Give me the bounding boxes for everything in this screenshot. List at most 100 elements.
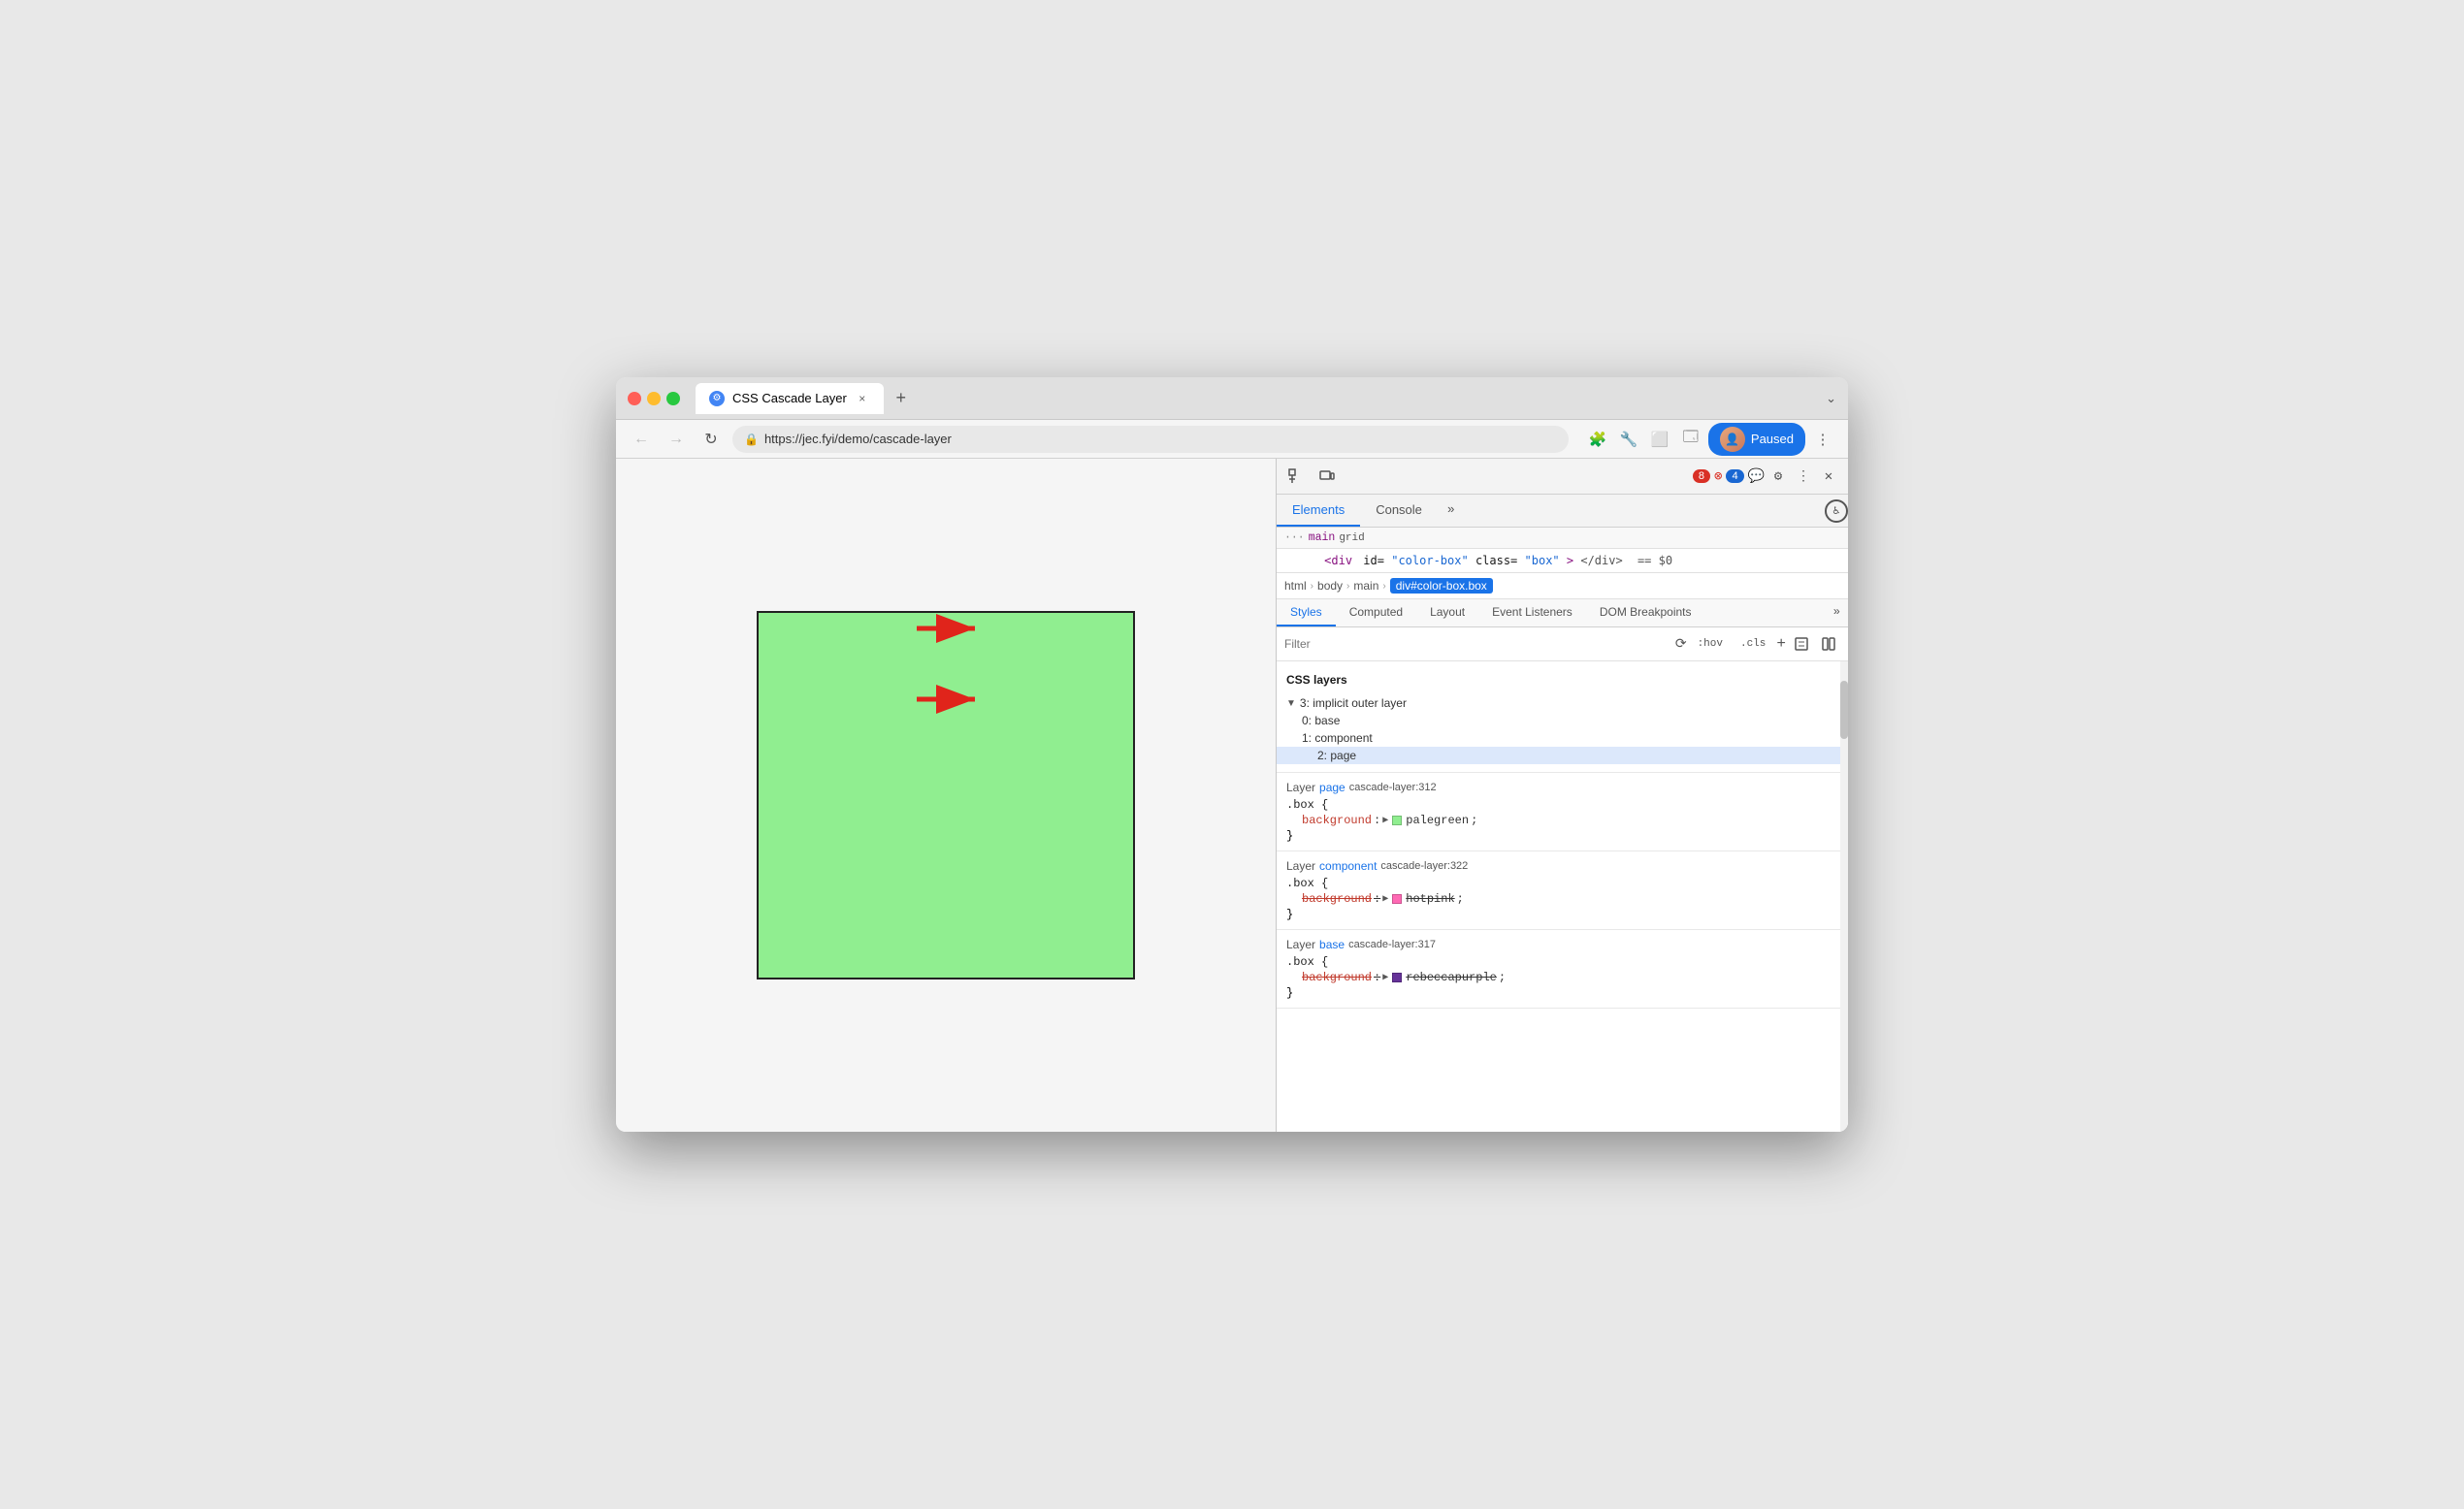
dom-main-type: grid bbox=[1339, 532, 1364, 544]
profile-button[interactable]: 🗔 bbox=[1677, 426, 1704, 453]
layer-child-component[interactable]: 1: component bbox=[1286, 729, 1838, 747]
toolbar-right: 8 ⊗ 4 💬 ⚙ ⋮ ✕ bbox=[1693, 465, 1840, 488]
inspect-element-button[interactable] bbox=[1284, 465, 1308, 488]
paused-button[interactable]: 👤 Paused bbox=[1708, 423, 1805, 456]
browser-tab[interactable]: ⚙ CSS Cascade Layer × bbox=[696, 383, 884, 414]
rule-layer-link-page[interactable]: page bbox=[1319, 781, 1345, 794]
dom-id-attr: id= bbox=[1363, 554, 1384, 567]
user-avatar: 👤 bbox=[1720, 427, 1745, 452]
layer-parent[interactable]: ▼ 3: implicit outer layer bbox=[1286, 694, 1838, 712]
style-tab-styles[interactable]: Styles bbox=[1277, 599, 1336, 626]
device-toggle-button[interactable] bbox=[1315, 465, 1339, 488]
reload-button[interactable]: ↻ bbox=[697, 426, 725, 453]
style-tab-dom-breakpoints[interactable]: DOM Breakpoints bbox=[1586, 599, 1705, 626]
error-icon: ⊗ bbox=[1714, 468, 1722, 485]
rule-source-base: cascade-layer:317 bbox=[1348, 939, 1436, 950]
style-tab-layout[interactable]: Layout bbox=[1416, 599, 1478, 626]
close-window-button[interactable] bbox=[628, 392, 641, 405]
filter-layout-button[interactable] bbox=[1817, 632, 1840, 656]
tab-close-button[interactable]: × bbox=[855, 391, 870, 406]
rule-selector-text-page: .box bbox=[1286, 798, 1321, 812]
settings-button[interactable]: ⚙ bbox=[1767, 465, 1790, 488]
color-swatch-component[interactable] bbox=[1392, 894, 1402, 904]
filter-style-button[interactable] bbox=[1790, 632, 1813, 656]
rule-section-base: Layer base cascade-layer:317 .box { back… bbox=[1277, 930, 1848, 1009]
address-url: https://jec.fyi/demo/cascade-layer bbox=[764, 432, 952, 446]
breadcrumb-main[interactable]: main bbox=[1353, 579, 1378, 593]
color-swatch-base[interactable] bbox=[1392, 973, 1402, 982]
page-area bbox=[616, 459, 1276, 1132]
tab-console[interactable]: Console bbox=[1360, 495, 1438, 527]
style-tab-computed[interactable]: Computed bbox=[1336, 599, 1416, 626]
rule-layer-link-component[interactable]: component bbox=[1319, 859, 1377, 873]
accessibility-icon[interactable]: ♿ bbox=[1825, 499, 1848, 523]
rule-colon-base: : bbox=[1374, 971, 1380, 984]
devtools-button[interactable]: 🔧 bbox=[1615, 426, 1642, 453]
menu-button[interactable]: ⋮ bbox=[1809, 426, 1836, 453]
color-swatch-page[interactable] bbox=[1392, 816, 1402, 825]
browser-window: ⚙ CSS Cascade Layer × + ⌄ ← → ↻ 🔒 https:… bbox=[616, 377, 1848, 1132]
layer-child-page[interactable]: 2: page bbox=[1277, 747, 1848, 764]
breadcrumb-html[interactable]: html bbox=[1284, 579, 1307, 593]
rule-open-brace-base: { bbox=[1321, 955, 1328, 969]
filter-hov-button[interactable]: :hov bbox=[1691, 635, 1730, 653]
tab-elements[interactable]: Elements bbox=[1277, 495, 1360, 527]
new-tab-button[interactable]: + bbox=[888, 385, 915, 412]
rule-selector-text-component: .box bbox=[1286, 877, 1321, 890]
cast-button[interactable]: ⬜ bbox=[1646, 426, 1673, 453]
color-box bbox=[757, 611, 1135, 979]
tab-more-button[interactable]: » bbox=[1438, 495, 1465, 527]
style-tab-event-listeners[interactable]: Event Listeners bbox=[1478, 599, 1586, 626]
breadcrumb-sep-3: › bbox=[1382, 581, 1385, 592]
rule-layer-label-page: Layer bbox=[1286, 781, 1315, 794]
filter-cls-button[interactable]: .cls bbox=[1734, 635, 1772, 653]
breadcrumb-body[interactable]: body bbox=[1317, 579, 1343, 593]
address-bar[interactable]: 🔒 https://jec.fyi/demo/cascade-layer bbox=[732, 426, 1569, 453]
rule-arrow-page[interactable]: ▶ bbox=[1382, 815, 1388, 826]
breadcrumb-nav: html › body › main › div#color-box.box bbox=[1277, 573, 1848, 599]
rule-selector-text-base: .box bbox=[1286, 955, 1321, 969]
tab-overflow-button[interactable]: ⌄ bbox=[1826, 391, 1836, 406]
rule-close-brace-page: } bbox=[1286, 829, 1293, 843]
rule-close-component: } bbox=[1286, 908, 1838, 921]
filter-input[interactable] bbox=[1284, 637, 1668, 651]
layer-triangle-icon: ▼ bbox=[1286, 698, 1296, 709]
maximize-window-button[interactable] bbox=[666, 392, 680, 405]
rule-prop-text-base: background bbox=[1286, 971, 1372, 984]
rule-layer-link-base[interactable]: base bbox=[1319, 938, 1345, 951]
dom-close-tag: > bbox=[1567, 554, 1573, 567]
scrollbar-thumb[interactable] bbox=[1840, 681, 1848, 739]
rule-prop-line-base: background : ▶ rebeccapurple ; bbox=[1286, 971, 1838, 984]
close-devtools-button[interactable]: ✕ bbox=[1817, 465, 1840, 488]
rule-arrow-component[interactable]: ▶ bbox=[1382, 893, 1388, 905]
back-button[interactable]: ← bbox=[628, 426, 655, 453]
rule-close-page: } bbox=[1286, 829, 1838, 843]
extensions-button[interactable]: 🧩 bbox=[1584, 426, 1611, 453]
rule-layer-header-base: Layer base cascade-layer:317 bbox=[1286, 938, 1838, 951]
rule-semicolon-base: ; bbox=[1499, 971, 1506, 984]
minimize-window-button[interactable] bbox=[647, 392, 661, 405]
layer-tree: ▼ 3: implicit outer layer 0: base 1: com… bbox=[1286, 694, 1838, 764]
forward-button[interactable]: → bbox=[663, 426, 690, 453]
layer-child-base[interactable]: 0: base bbox=[1286, 712, 1838, 729]
dom-breadcrumb: ⠀⠀⠀⠀ <div id= "color-box" class= "box" >… bbox=[1277, 549, 1848, 573]
rule-close-brace-component: } bbox=[1286, 908, 1293, 921]
breadcrumb-selected[interactable]: div#color-box.box bbox=[1390, 578, 1493, 594]
rule-value-page: palegreen bbox=[1406, 814, 1469, 827]
rule-layer-header-component: Layer component cascade-layer:322 bbox=[1286, 859, 1838, 873]
style-tab-more[interactable]: » bbox=[1826, 599, 1848, 626]
rule-selector-base: .box { bbox=[1286, 955, 1838, 969]
filter-add-button[interactable]: + bbox=[1776, 635, 1786, 653]
dom-header: ··· main grid bbox=[1277, 528, 1848, 549]
filter-icon: ⟳ bbox=[1675, 636, 1687, 653]
layer-parent-label: 3: implicit outer layer bbox=[1300, 696, 1407, 710]
dom-class-value: "box" bbox=[1525, 554, 1560, 567]
rule-layer-label-base: Layer bbox=[1286, 938, 1315, 951]
rule-open-brace-component: { bbox=[1321, 877, 1328, 890]
devtools-more-button[interactable]: ⋮ bbox=[1792, 465, 1815, 488]
nav-bar: ← → ↻ 🔒 https://jec.fyi/demo/cascade-lay… bbox=[616, 420, 1848, 459]
rule-arrow-base[interactable]: ▶ bbox=[1382, 972, 1388, 983]
rule-prop-line-component: background : ▶ hotpink ; bbox=[1286, 892, 1838, 906]
breadcrumb-sep-1: › bbox=[1311, 581, 1313, 592]
dom-indent: ⠀⠀⠀⠀ bbox=[1284, 554, 1318, 567]
